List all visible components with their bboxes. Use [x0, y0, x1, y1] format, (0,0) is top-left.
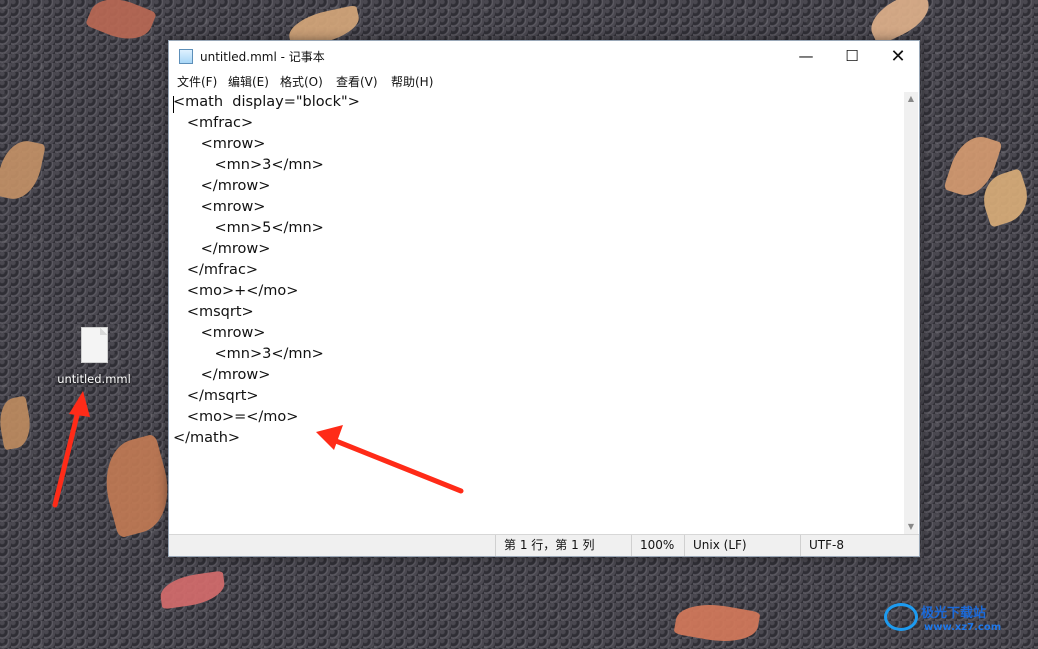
encoding: UTF-8: [800, 535, 920, 556]
code-line: <mfrac>: [173, 115, 254, 131]
maximize-button[interactable]: ☐: [829, 41, 875, 72]
line-ending: Unix (LF): [684, 535, 800, 556]
leaf-decoration: [0, 395, 35, 451]
code-line: <msqrt>: [173, 304, 254, 320]
leaf-decoration: [85, 0, 157, 49]
code-line: <mn>3</mn>: [173, 346, 324, 362]
scroll-down-icon[interactable]: ▼: [904, 520, 918, 534]
code-line: <mn>3</mn>: [173, 157, 324, 173]
code-line: <mrow>: [173, 325, 266, 341]
zoom-level: 100%: [631, 535, 684, 556]
watermark: 极光下载站 www.xz7.com: [884, 595, 1034, 641]
cursor-position: 第 1 行，第 1 列: [495, 535, 631, 556]
code-line: <mo>=</mo>: [173, 409, 299, 425]
window-title: untitled.mml - 记事本: [200, 50, 325, 64]
scroll-up-icon[interactable]: ▲: [904, 92, 918, 106]
code-line: </mfrac>: [173, 262, 259, 278]
code-line: <mrow>: [173, 136, 266, 152]
leaf-decoration: [673, 598, 761, 648]
code-line: </mrow>: [173, 367, 271, 383]
menu-view[interactable]: 查看(V): [336, 73, 378, 90]
code-line: </mrow>: [173, 241, 271, 257]
menu-edit[interactable]: 编辑(E): [228, 73, 269, 90]
file-icon: [80, 327, 108, 363]
leaf-decoration: [0, 136, 46, 204]
code-line: </mrow>: [173, 178, 271, 194]
watermark-url: www.xz7.com: [924, 622, 1002, 633]
leaf-decoration: [95, 433, 179, 539]
desktop-file-label: untitled.mml: [57, 372, 131, 386]
code-line: <mo>+</mo>: [173, 283, 299, 299]
annotation-arrow-to-file: [52, 391, 90, 508]
leaf-decoration: [158, 570, 227, 610]
menu-bar: 文件(F) 编辑(E) 格式(O) 查看(V) 帮助(H): [169, 72, 919, 91]
vertical-scrollbar[interactable]: ▲ ▼: [904, 92, 918, 534]
status-bar: 第 1 行，第 1 列 100% Unix (LF) UTF-8: [169, 534, 919, 556]
code-line: </msqrt>: [173, 388, 259, 404]
notepad-window: untitled.mml - 记事本 — ☐ ✕ 文件(F) 编辑(E) 格式(…: [168, 40, 920, 557]
desktop-file-untitled-mml[interactable]: untitled.mml: [56, 327, 132, 386]
text-editor[interactable]: <math display="block"> <mfrac> <mrow> <m…: [173, 92, 905, 534]
code-line: <math display="block">: [173, 94, 360, 110]
code-line: <mrow>: [173, 199, 266, 215]
title-bar[interactable]: untitled.mml - 记事本 — ☐ ✕: [169, 41, 919, 72]
watermark-brand: 极光下载站: [921, 606, 987, 621]
watermark-logo-icon: [884, 603, 918, 631]
close-button[interactable]: ✕: [875, 41, 921, 72]
menu-file[interactable]: 文件(F): [177, 73, 217, 90]
minimize-button[interactable]: —: [783, 41, 829, 72]
menu-help[interactable]: 帮助(H): [391, 73, 433, 90]
menu-format[interactable]: 格式(O): [280, 73, 323, 90]
code-line: <mn>5</mn>: [173, 220, 324, 236]
notepad-app-icon: [179, 49, 193, 64]
code-line: </math>: [173, 430, 241, 446]
